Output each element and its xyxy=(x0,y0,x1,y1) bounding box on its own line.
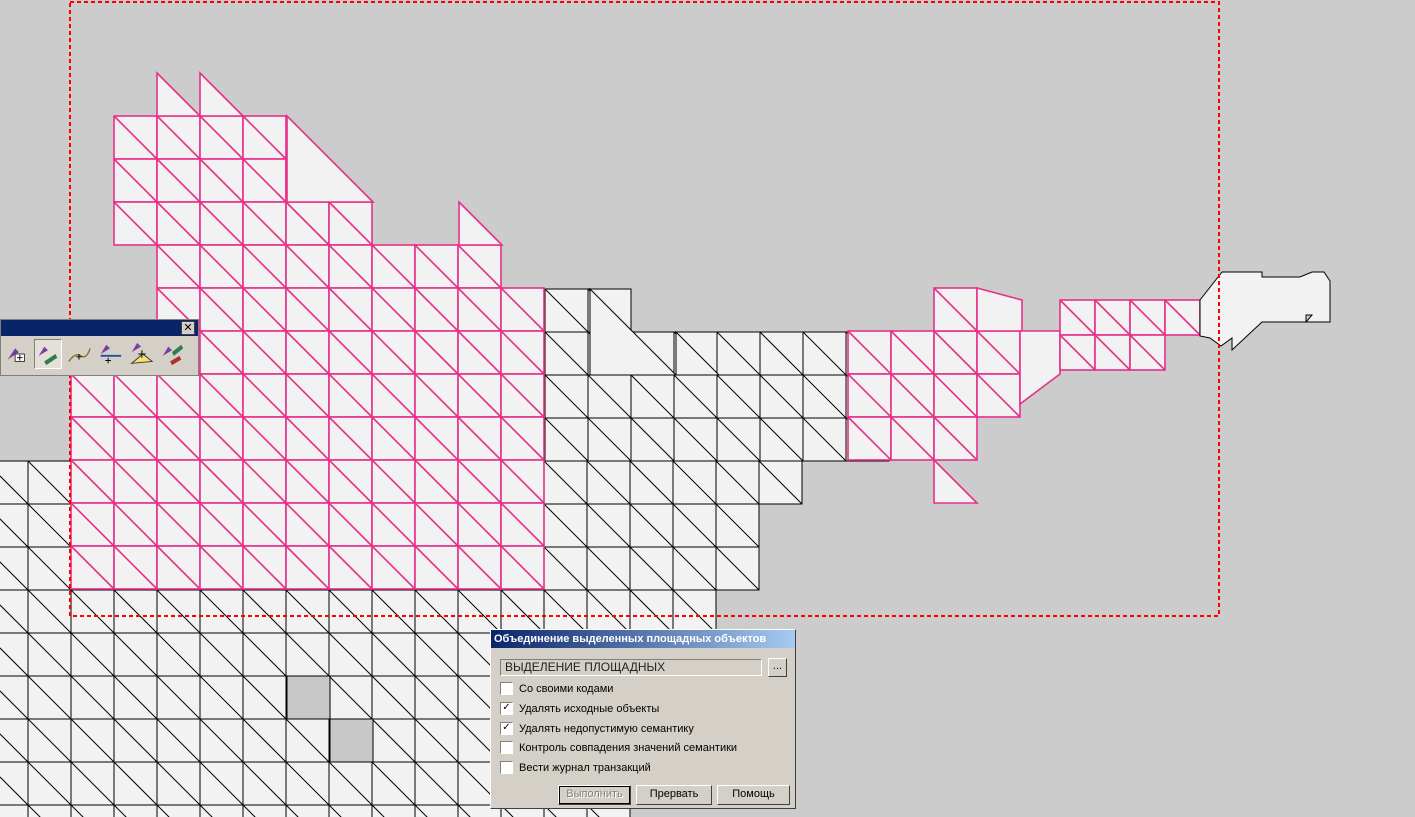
checkbox-transaction-log[interactable] xyxy=(500,761,513,774)
merge-selected-icon[interactable] xyxy=(34,339,62,369)
floating-toolbar[interactable]: ✕ xyxy=(0,319,199,376)
merge-dialog: Объединение выделенных площадных объекто… xyxy=(490,629,796,809)
checkbox-check-semantics[interactable] xyxy=(500,741,513,754)
delete-object-icon[interactable] xyxy=(158,339,186,369)
option-transaction-log[interactable]: Вести журнал транзакций xyxy=(500,761,651,774)
checkbox-delete-semantics[interactable]: ✓ xyxy=(500,722,513,735)
abort-button[interactable]: Прервать xyxy=(636,785,712,805)
option-label: Со своими кодами xyxy=(519,682,614,695)
area-tool-icon[interactable] xyxy=(127,339,155,369)
run-button[interactable]: Выполнить xyxy=(558,785,631,805)
help-button[interactable]: Помощь xyxy=(717,785,790,805)
merge-areas-icon[interactable] xyxy=(3,339,31,369)
checkbox-own-codes[interactable] xyxy=(500,682,513,695)
option-label: Контроль совпадения значений семантики xyxy=(519,741,738,754)
checkbox-delete-source[interactable]: ✓ xyxy=(500,702,513,715)
option-label: Удалять недопустимую семантику xyxy=(519,722,694,735)
selection-combo[interactable]: ВЫДЕЛЕНИЕ ПЛОЩАДНЫХ xyxy=(500,659,762,676)
close-icon[interactable]: ✕ xyxy=(181,321,195,335)
option-check-semantics[interactable]: Контроль совпадения значений семантики xyxy=(500,741,737,754)
join-line-icon[interactable] xyxy=(96,339,124,369)
browse-button[interactable]: ... xyxy=(768,658,787,677)
option-delete-semantics[interactable]: ✓ Удалять недопустимую семантику xyxy=(500,722,694,735)
option-own-codes[interactable]: Со своими кодами xyxy=(500,682,613,695)
option-label: Удалять исходные объекты xyxy=(519,702,660,715)
split-line-icon[interactable] xyxy=(65,339,93,369)
option-delete-source[interactable]: ✓ Удалять исходные объекты xyxy=(500,702,659,715)
dialog-title[interactable]: Объединение выделенных площадных объекто… xyxy=(491,630,795,648)
toolbar-titlebar[interactable]: ✕ xyxy=(1,320,198,336)
option-label: Вести журнал транзакций xyxy=(519,761,651,774)
